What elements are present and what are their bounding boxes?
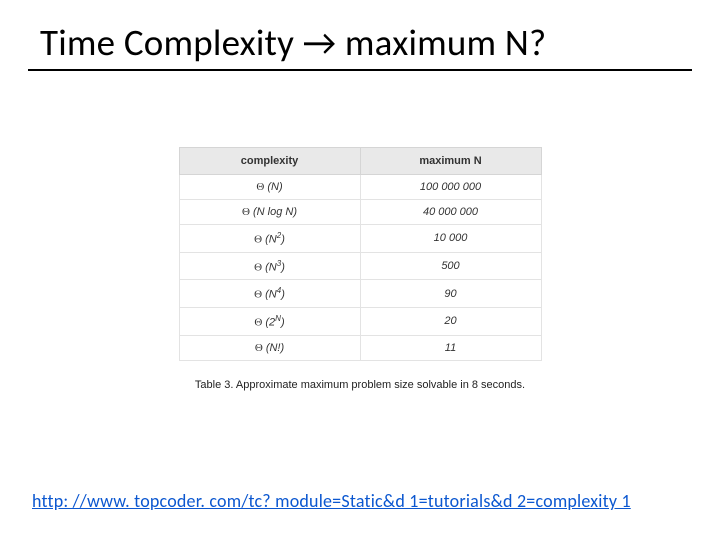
title-underline — [28, 69, 692, 71]
slide: Time Complexity → maximum N? complexity … — [0, 0, 720, 540]
cell-maxn: 40 000 000 — [360, 200, 541, 225]
cell-maxn: 100 000 000 — [360, 175, 541, 200]
cell-maxn: 11 — [360, 335, 541, 360]
table-row: Θ (N4)90 — [179, 280, 541, 308]
cell-complexity: Θ (N4) — [179, 280, 360, 308]
table-body: Θ (N)100 000 000Θ (N log N)40 000 000Θ (… — [179, 175, 541, 361]
theta-symbol: Θ — [254, 234, 262, 246]
theta-symbol: Θ — [242, 206, 250, 218]
page-title: Time Complexity → maximum N? — [0, 0, 720, 69]
cell-maxn: 90 — [360, 280, 541, 308]
table-row: Θ (N!)11 — [179, 335, 541, 360]
theta-symbol: Θ — [254, 261, 262, 273]
cell-maxn: 500 — [360, 252, 541, 280]
theta-symbol: Θ — [255, 342, 263, 354]
cell-complexity: Θ (N!) — [179, 335, 360, 360]
cell-complexity: Θ (N log N) — [179, 200, 360, 225]
source-link[interactable]: http: //www. topcoder. com/tc? module=St… — [32, 490, 631, 512]
table-row: Θ (N log N)40 000 000 — [179, 200, 541, 225]
cell-maxn: 10 000 — [360, 225, 541, 253]
table-row: Θ (2N)20 — [179, 307, 541, 335]
table-row: Θ (N2)10 000 — [179, 225, 541, 253]
table-caption: Table 3. Approximate maximum problem siz… — [0, 379, 720, 391]
cell-complexity: Θ (N) — [179, 175, 360, 200]
theta-symbol: Θ — [256, 181, 264, 193]
theta-symbol: Θ — [254, 289, 262, 301]
header-complexity: complexity — [179, 148, 360, 175]
complexity-table: complexity maximum N Θ (N)100 000 000Θ (… — [179, 147, 542, 361]
theta-symbol: Θ — [254, 317, 262, 329]
cell-complexity: Θ (N3) — [179, 252, 360, 280]
cell-maxn: 20 — [360, 307, 541, 335]
table-header-row: complexity maximum N — [179, 148, 541, 175]
cell-complexity: Θ (2N) — [179, 307, 360, 335]
cell-complexity: Θ (N2) — [179, 225, 360, 253]
complexity-table-wrap: complexity maximum N Θ (N)100 000 000Θ (… — [0, 147, 720, 361]
table-row: Θ (N3)500 — [179, 252, 541, 280]
exponent: N — [275, 314, 281, 323]
header-maxn: maximum N — [360, 148, 541, 175]
table-row: Θ (N)100 000 000 — [179, 175, 541, 200]
exponent: 3 — [277, 259, 281, 268]
exponent: 4 — [277, 286, 281, 295]
exponent: 2 — [277, 231, 281, 240]
